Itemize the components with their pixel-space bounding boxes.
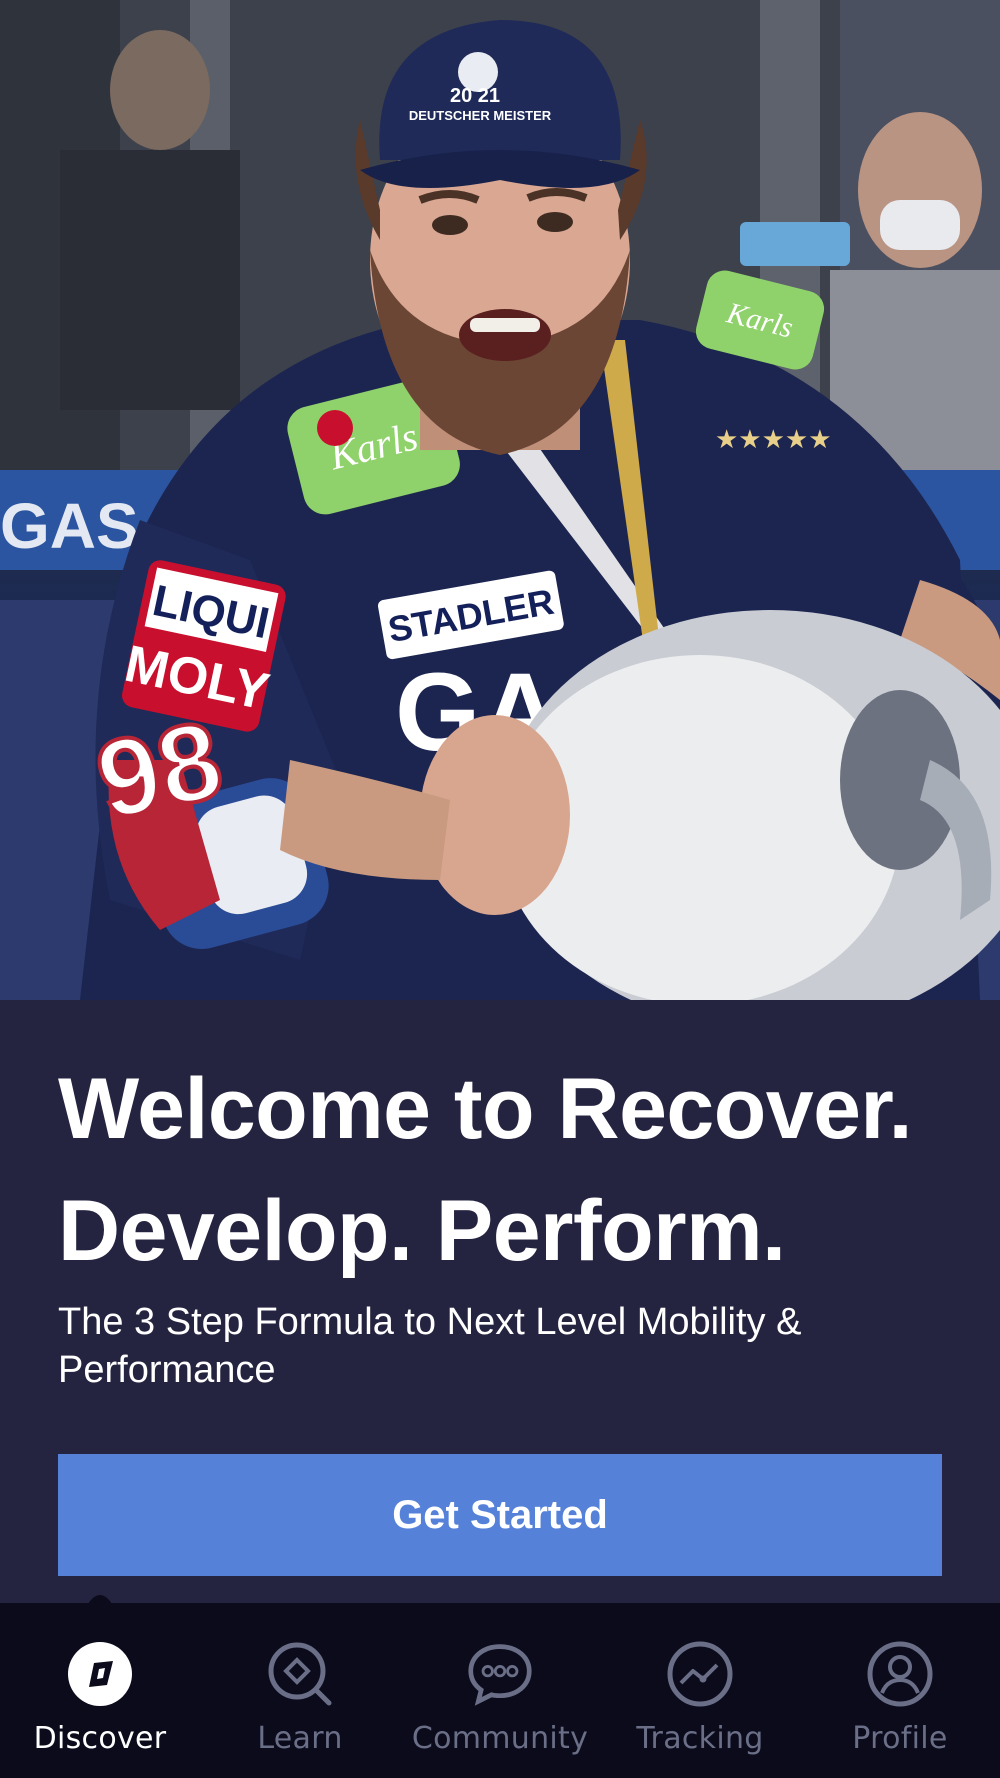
tab-learn[interactable]: Learn (200, 1641, 400, 1771)
svg-text:★★★★★: ★★★★★ (715, 425, 832, 455)
tab-profile[interactable]: Profile (800, 1641, 1000, 1771)
headline-line-1: Welcome to Recover. (58, 1061, 913, 1157)
search-diamond-icon (267, 1641, 333, 1707)
compass-icon (67, 1641, 133, 1707)
tab-label-learn: Learn (257, 1721, 343, 1756)
hero-illustration: GAS LIQUI MOLY 98 Karls Karls ★★★★★ STAD… (0, 0, 1000, 1000)
welcome-section: Welcome to Recover. Develop. Perform. Th… (0, 1000, 1000, 1603)
cap-text: DEUTSCHER MEISTER (409, 108, 552, 123)
hero-image: GAS LIQUI MOLY 98 Karls Karls ★★★★★ STAD… (0, 0, 1000, 1000)
tab-label-community: Community (411, 1721, 589, 1756)
cap-year: 20 21 (450, 85, 500, 107)
welcome-subheadline: The 3 Step Formula to Next Level Mobilit… (58, 1301, 802, 1391)
tab-community[interactable]: Community (400, 1641, 600, 1771)
user-icon (867, 1641, 933, 1707)
tab-discover[interactable]: Discover (0, 1641, 200, 1771)
bottom-tab-bar: Discover Learn Community Tracking Profil… (0, 1595, 1000, 1778)
board-text: GAS (0, 490, 139, 562)
trend-icon (667, 1641, 733, 1707)
welcome-headline: Welcome to Recover. Develop. Perform. (58, 1048, 958, 1292)
chat-bubble-icon (467, 1641, 533, 1707)
active-tab-indicator (40, 1595, 160, 1619)
tab-label-profile: Profile (852, 1721, 948, 1756)
jersey-number: 98 (87, 697, 232, 843)
get-started-button[interactable]: Get Started (58, 1454, 942, 1576)
headline-line-2: Develop. Perform. (58, 1183, 786, 1279)
tab-label-tracking: Tracking (636, 1721, 764, 1756)
tab-label-discover: Discover (33, 1721, 167, 1756)
tab-tracking[interactable]: Tracking (600, 1641, 800, 1771)
